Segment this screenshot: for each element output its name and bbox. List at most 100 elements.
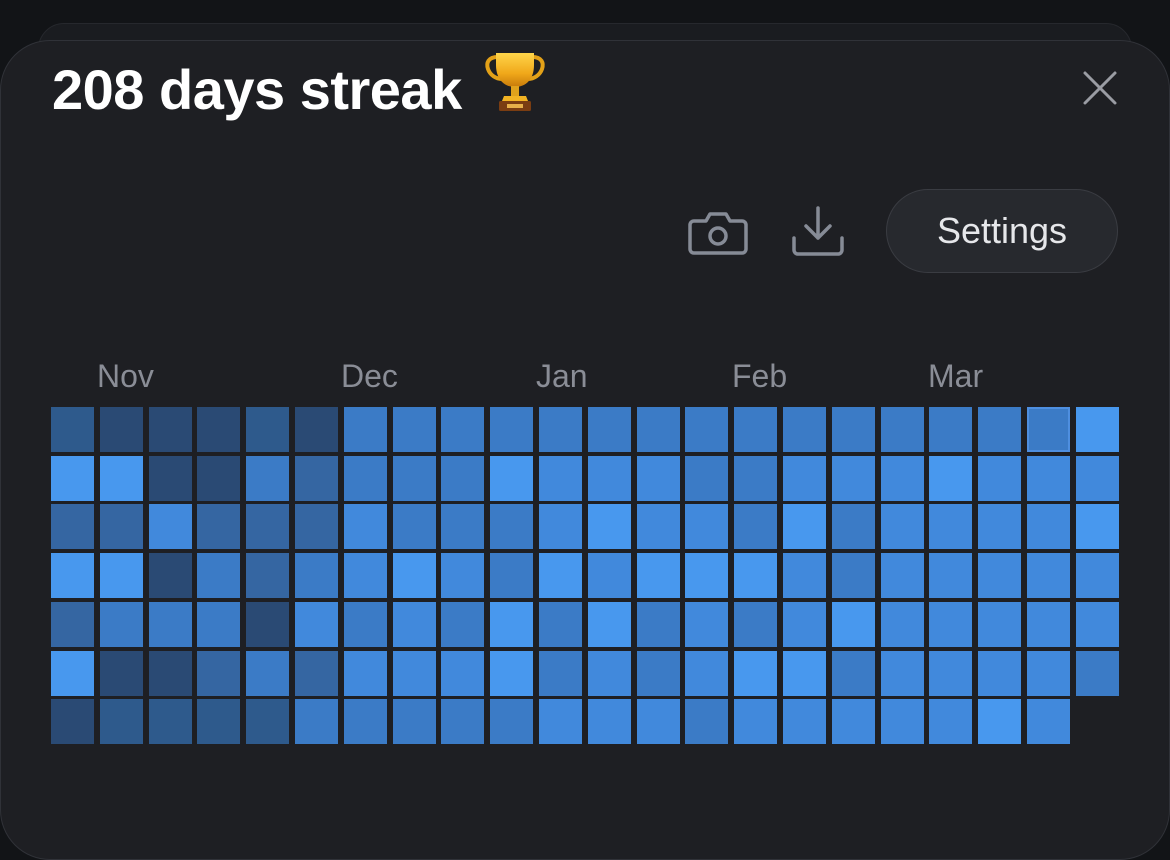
- day-cell[interactable]: [929, 456, 972, 501]
- day-cell[interactable]: [539, 407, 582, 452]
- day-cell[interactable]: [197, 651, 240, 696]
- day-cell[interactable]: [393, 553, 436, 598]
- day-cell[interactable]: [149, 504, 192, 549]
- day-cell[interactable]: [441, 651, 484, 696]
- day-cell[interactable]: [978, 602, 1021, 647]
- day-cell[interactable]: [1076, 456, 1119, 501]
- day-cell[interactable]: [685, 602, 728, 647]
- day-cell[interactable]: [51, 651, 94, 696]
- day-cell[interactable]: [734, 504, 777, 549]
- day-cell[interactable]: [832, 651, 875, 696]
- day-cell[interactable]: [734, 602, 777, 647]
- day-cell[interactable]: [637, 602, 680, 647]
- day-cell[interactable]: [734, 407, 777, 452]
- day-cell[interactable]: [295, 504, 338, 549]
- day-cell[interactable]: [393, 407, 436, 452]
- day-cell[interactable]: [588, 407, 631, 452]
- day-cell[interactable]: [393, 504, 436, 549]
- day-cell[interactable]: [1027, 699, 1070, 744]
- day-cell[interactable]: [637, 651, 680, 696]
- day-cell[interactable]: [978, 504, 1021, 549]
- day-cell[interactable]: [295, 651, 338, 696]
- download-button[interactable]: [786, 200, 850, 264]
- day-cell[interactable]: [1027, 602, 1070, 647]
- day-cell[interactable]: [197, 504, 240, 549]
- day-cell[interactable]: [588, 456, 631, 501]
- day-cell[interactable]: [783, 456, 826, 501]
- day-cell[interactable]: [441, 407, 484, 452]
- day-cell[interactable]: [149, 699, 192, 744]
- day-cell[interactable]: [929, 651, 972, 696]
- day-cell[interactable]: [1027, 553, 1070, 598]
- day-cell[interactable]: [1076, 651, 1119, 696]
- day-cell[interactable]: [441, 602, 484, 647]
- day-cell[interactable]: [197, 553, 240, 598]
- day-cell[interactable]: [246, 699, 289, 744]
- day-cell[interactable]: [929, 699, 972, 744]
- day-cell[interactable]: [197, 699, 240, 744]
- day-cell[interactable]: [51, 699, 94, 744]
- day-cell[interactable]: [539, 651, 582, 696]
- day-cell[interactable]: [51, 456, 94, 501]
- day-cell[interactable]: [149, 456, 192, 501]
- day-cell[interactable]: [539, 504, 582, 549]
- day-cell[interactable]: [588, 553, 631, 598]
- day-cell[interactable]: [978, 699, 1021, 744]
- day-cell[interactable]: [637, 699, 680, 744]
- day-cell[interactable]: [393, 651, 436, 696]
- day-cell[interactable]: [539, 456, 582, 501]
- day-cell[interactable]: [149, 553, 192, 598]
- day-cell[interactable]: [881, 602, 924, 647]
- day-cell[interactable]: [100, 602, 143, 647]
- day-cell[interactable]: [197, 407, 240, 452]
- day-cell[interactable]: [344, 651, 387, 696]
- camera-button[interactable]: [686, 200, 750, 264]
- day-cell[interactable]: [685, 504, 728, 549]
- day-cell[interactable]: [441, 553, 484, 598]
- day-cell[interactable]: [100, 456, 143, 501]
- day-cell[interactable]: [100, 699, 143, 744]
- day-cell[interactable]: [881, 699, 924, 744]
- day-cell[interactable]: [295, 553, 338, 598]
- day-cell[interactable]: [539, 553, 582, 598]
- day-cell[interactable]: [51, 553, 94, 598]
- day-cell[interactable]: [685, 651, 728, 696]
- day-cell[interactable]: [637, 504, 680, 549]
- day-cell[interactable]: [832, 553, 875, 598]
- day-cell[interactable]: [978, 651, 1021, 696]
- day-cell[interactable]: [685, 407, 728, 452]
- day-cell[interactable]: [832, 699, 875, 744]
- day-cell[interactable]: [978, 456, 1021, 501]
- day-cell[interactable]: [588, 651, 631, 696]
- day-cell[interactable]: [783, 553, 826, 598]
- day-cell[interactable]: [393, 456, 436, 501]
- day-cell[interactable]: [929, 407, 972, 452]
- day-cell[interactable]: [734, 553, 777, 598]
- day-cell[interactable]: [685, 699, 728, 744]
- close-button[interactable]: [1072, 60, 1128, 116]
- day-cell[interactable]: [881, 553, 924, 598]
- day-cell[interactable]: [734, 699, 777, 744]
- day-cell[interactable]: [149, 651, 192, 696]
- day-cell[interactable]: [588, 699, 631, 744]
- day-cell[interactable]: [1027, 651, 1070, 696]
- day-cell[interactable]: [490, 699, 533, 744]
- day-cell[interactable]: [1076, 553, 1119, 598]
- day-cell[interactable]: [734, 456, 777, 501]
- day-cell[interactable]: [441, 699, 484, 744]
- day-cell[interactable]: [832, 407, 875, 452]
- day-cell[interactable]: [978, 553, 1021, 598]
- day-cell[interactable]: [1076, 407, 1119, 452]
- day-cell[interactable]: [344, 504, 387, 549]
- day-cell[interactable]: [246, 456, 289, 501]
- day-cell[interactable]: [1027, 504, 1070, 549]
- day-cell[interactable]: [490, 651, 533, 696]
- day-cell[interactable]: [490, 407, 533, 452]
- day-cell[interactable]: [441, 504, 484, 549]
- day-cell[interactable]: [51, 504, 94, 549]
- day-cell[interactable]: [685, 456, 728, 501]
- day-cell[interactable]: [783, 651, 826, 696]
- settings-button[interactable]: Settings: [886, 189, 1118, 273]
- day-cell[interactable]: [393, 602, 436, 647]
- day-cell-today[interactable]: [1027, 407, 1070, 452]
